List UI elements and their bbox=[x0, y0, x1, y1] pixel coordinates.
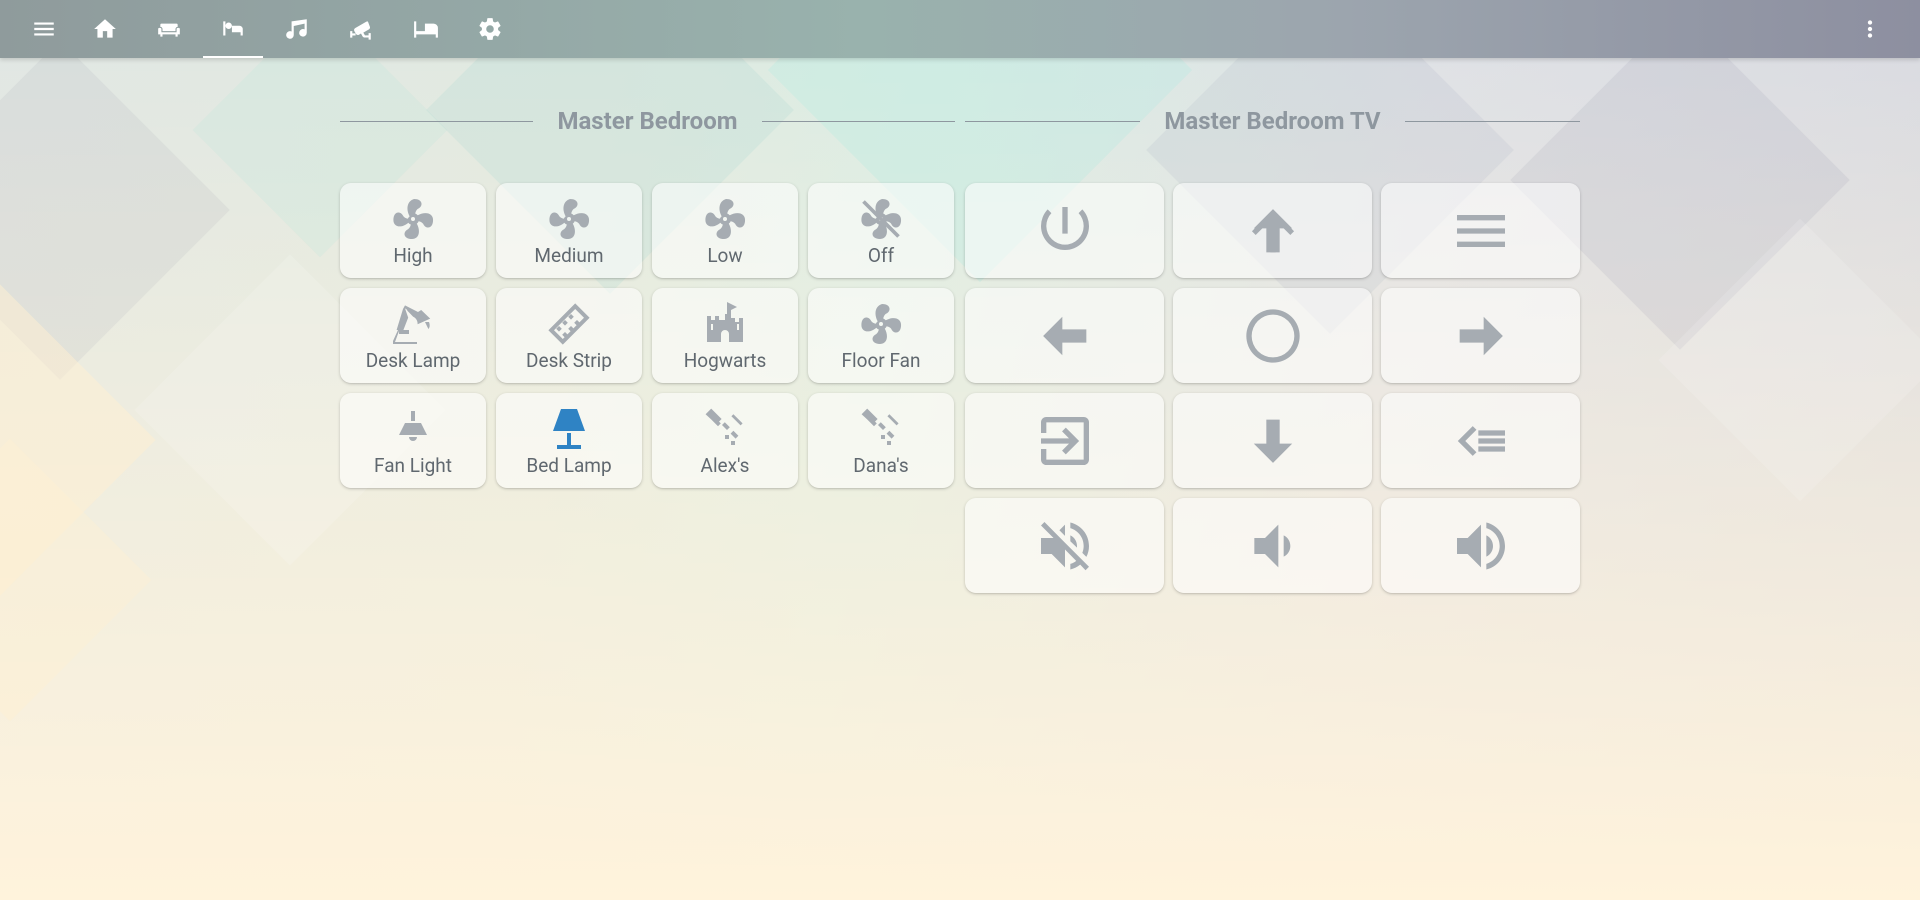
tv-right-button[interactable] bbox=[1381, 288, 1580, 383]
tile-label: Medium bbox=[534, 243, 604, 267]
divider bbox=[340, 120, 534, 122]
tv-menu-button[interactable] bbox=[1381, 183, 1580, 278]
tile-label: Desk Lamp bbox=[365, 348, 461, 372]
tv-volume-up-button[interactable] bbox=[1381, 498, 1580, 593]
bed-empty-icon bbox=[414, 21, 438, 38]
tile-label: Alex's bbox=[700, 453, 750, 477]
floor-fan-button[interactable]: Floor Fan bbox=[808, 288, 954, 383]
arrow-down-icon bbox=[1241, 409, 1305, 473]
arrow-left-icon bbox=[1033, 304, 1097, 368]
master-bedroom-grid: High Medium Low Off Desk Lamp Desk Strip… bbox=[340, 183, 954, 488]
tab-guest-room[interactable] bbox=[396, 0, 456, 58]
section-title: Master Bedroom bbox=[557, 107, 738, 135]
tile-label: Fan Light bbox=[374, 453, 452, 477]
ceiling-light-icon bbox=[389, 405, 437, 453]
spotlight-icon bbox=[701, 405, 749, 453]
tab-home[interactable] bbox=[75, 0, 135, 58]
fan-high-button[interactable]: High bbox=[340, 183, 486, 278]
tab-master-bedroom[interactable] bbox=[203, 0, 263, 58]
fan-off-button[interactable]: Off bbox=[808, 183, 954, 278]
menu-lines-icon bbox=[1449, 199, 1513, 263]
home-icon bbox=[94, 19, 116, 38]
tv-power-button[interactable] bbox=[965, 183, 1164, 278]
bed-lamp-button[interactable]: Bed Lamp bbox=[496, 393, 642, 488]
fan-icon bbox=[701, 195, 749, 243]
led-strip-icon bbox=[545, 300, 593, 348]
danas-light-button[interactable]: Dana's bbox=[808, 393, 954, 488]
gear-icon bbox=[479, 18, 501, 40]
tile-label: Bed Lamp bbox=[526, 453, 612, 477]
circle-select-icon bbox=[1241, 304, 1305, 368]
hogwarts-button[interactable]: Hogwarts bbox=[652, 288, 798, 383]
music-icon bbox=[286, 19, 307, 39]
desk-lamp-icon bbox=[389, 300, 437, 348]
fan-icon bbox=[857, 300, 905, 348]
arrow-up-icon bbox=[1241, 199, 1305, 263]
lamp-icon bbox=[545, 405, 593, 453]
tv-remote-grid bbox=[965, 183, 1580, 593]
fan-icon bbox=[389, 195, 437, 243]
back-icon bbox=[1449, 409, 1513, 473]
cctv-icon bbox=[350, 21, 371, 40]
tv-volume-down-button[interactable] bbox=[1173, 498, 1372, 593]
top-toolbar bbox=[0, 0, 1920, 58]
tile-label: Desk Strip bbox=[526, 348, 612, 372]
desk-strip-button[interactable]: Desk Strip bbox=[496, 288, 642, 383]
volume-up-icon bbox=[1449, 514, 1513, 578]
tv-select-button[interactable] bbox=[1173, 288, 1372, 383]
tv-input-button[interactable] bbox=[965, 393, 1164, 488]
menu-icon[interactable] bbox=[14, 0, 74, 58]
castle-icon bbox=[701, 300, 749, 348]
divider bbox=[761, 120, 955, 122]
sofa-icon bbox=[158, 23, 180, 37]
divider bbox=[965, 120, 1141, 122]
tv-up-button[interactable] bbox=[1173, 183, 1372, 278]
tab-music[interactable] bbox=[267, 0, 327, 58]
tile-label: Low bbox=[707, 243, 743, 267]
fan-low-button[interactable]: Low bbox=[652, 183, 798, 278]
arrow-right-icon bbox=[1449, 304, 1513, 368]
tv-down-button[interactable] bbox=[1173, 393, 1372, 488]
spotlight-icon bbox=[857, 405, 905, 453]
tv-back-button[interactable] bbox=[1381, 393, 1580, 488]
tile-label: Off bbox=[867, 243, 895, 267]
divider bbox=[1404, 120, 1581, 122]
tile-label: Dana's bbox=[853, 453, 909, 477]
power-icon bbox=[1033, 199, 1097, 263]
tv-left-button[interactable] bbox=[965, 288, 1164, 383]
dots-vertical-icon bbox=[1867, 20, 1873, 38]
overflow-menu-button[interactable] bbox=[1840, 0, 1900, 58]
input-icon bbox=[1033, 409, 1097, 473]
volume-mute-icon bbox=[1033, 514, 1097, 578]
fan-off-icon bbox=[857, 195, 905, 243]
fan-medium-button[interactable]: Medium bbox=[496, 183, 642, 278]
tile-label: High bbox=[393, 243, 433, 267]
tv-mute-button[interactable] bbox=[965, 498, 1164, 593]
volume-down-icon bbox=[1241, 514, 1305, 578]
tile-label: Hogwarts bbox=[683, 348, 767, 372]
desk-lamp-button[interactable]: Desk Lamp bbox=[340, 288, 486, 383]
bed-icon bbox=[223, 21, 243, 36]
tab-living-room[interactable] bbox=[139, 0, 199, 58]
tab-settings[interactable] bbox=[460, 0, 520, 58]
dashboard-view: Master Bedroom Master Bedroom TV High Me… bbox=[0, 0, 1920, 900]
tab-cameras[interactable] bbox=[331, 0, 391, 58]
fan-icon bbox=[545, 195, 593, 243]
tile-label: Floor Fan bbox=[841, 348, 921, 372]
section-header-master-bedroom: Master Bedroom bbox=[340, 100, 955, 142]
fan-light-button[interactable]: Fan Light bbox=[340, 393, 486, 488]
section-title: Master Bedroom TV bbox=[1164, 107, 1381, 135]
alexs-light-button[interactable]: Alex's bbox=[652, 393, 798, 488]
section-header-master-bedroom-tv: Master Bedroom TV bbox=[965, 100, 1581, 142]
